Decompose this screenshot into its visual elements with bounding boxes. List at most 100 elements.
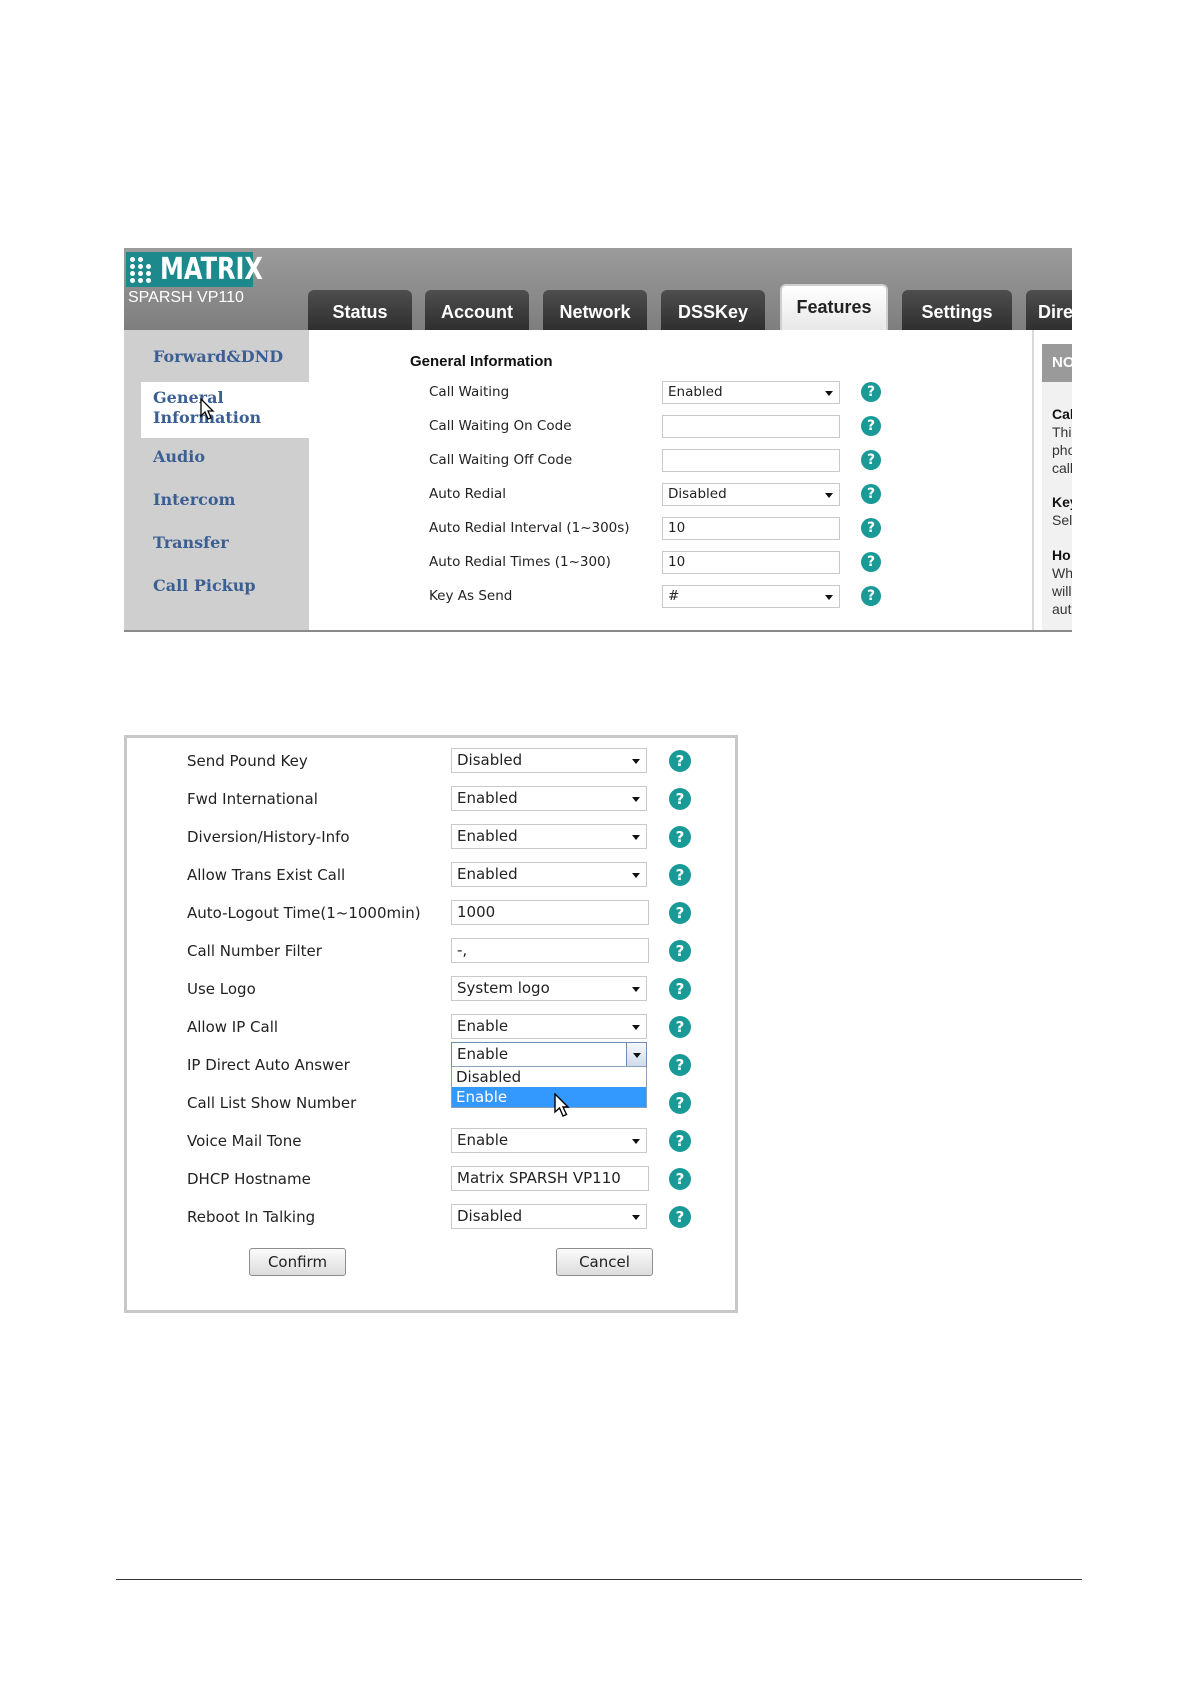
tab-network[interactable]: Network — [543, 290, 647, 330]
mouse-pointer-icon — [200, 398, 215, 420]
logo-dots-icon — [130, 257, 156, 283]
auto-redial-times-input[interactable]: 10 — [662, 551, 840, 574]
call-number-filter-input[interactable]: -, — [451, 938, 649, 963]
auto-logout-time-input[interactable]: 1000 — [451, 900, 649, 925]
dropdown-arrow-icon[interactable] — [632, 1215, 640, 1220]
confirm-button[interactable]: Confirm — [249, 1248, 346, 1276]
note-text: pho — [1052, 442, 1072, 458]
diversion-history-info-select[interactable]: Enabled — [451, 824, 647, 849]
field-label: Call Waiting Off Code — [429, 452, 573, 468]
help-icon[interactable]: ? — [669, 864, 691, 886]
help-icon[interactable]: ? — [861, 450, 881, 470]
note-text: Sel — [1052, 512, 1072, 528]
help-icon[interactable]: ? — [669, 1130, 691, 1152]
help-icon[interactable]: ? — [861, 518, 881, 538]
mouse-pointer-icon — [554, 1093, 570, 1117]
select-value: Enable — [457, 1017, 509, 1035]
dropdown-arrow-icon[interactable] — [632, 759, 640, 764]
dropdown-button[interactable] — [626, 1043, 646, 1066]
help-icon[interactable]: ? — [861, 416, 881, 436]
tab-features[interactable]: Features — [780, 284, 888, 330]
dropdown-option-enable[interactable]: Enable — [452, 1087, 646, 1107]
dropdown-arrow-icon[interactable] — [632, 873, 640, 878]
call-waiting-off-code-input[interactable] — [662, 449, 840, 472]
note-text: aut — [1052, 601, 1072, 617]
tab-dsskey[interactable]: DSSKey — [661, 290, 765, 330]
select-value: Disabled — [457, 1207, 523, 1225]
sidebar-item-transfer[interactable]: Transfer — [153, 533, 229, 552]
device-model: SPARSH VP110 — [128, 289, 244, 306]
use-logo-select[interactable]: System logo — [451, 976, 647, 1001]
reboot-in-talking-select[interactable]: Disabled — [451, 1204, 647, 1229]
select-value: # — [668, 588, 680, 604]
fwd-international-select[interactable]: Enabled — [451, 786, 647, 811]
tab-account[interactable]: Account — [425, 290, 529, 330]
select-value: Enabled — [457, 865, 518, 883]
dhcp-hostname-input[interactable]: Matrix SPARSH VP110 — [451, 1166, 649, 1191]
allow-trans-exist-call-select[interactable]: Enabled — [451, 862, 647, 887]
note-header: NO — [1042, 344, 1072, 382]
dropdown-arrow-icon[interactable] — [825, 391, 833, 396]
field-label: Auto-Logout Time(1~1000min) — [187, 904, 421, 922]
select-value: Disabled — [457, 751, 523, 769]
call-waiting-select[interactable]: Enabled — [662, 381, 840, 404]
voice-mail-tone-select[interactable]: Enable — [451, 1128, 647, 1153]
help-icon[interactable]: ? — [669, 940, 691, 962]
field-label: Call Waiting On Code — [429, 418, 572, 434]
help-icon[interactable]: ? — [669, 1016, 691, 1038]
help-icon[interactable]: ? — [669, 826, 691, 848]
sidebar-item-audio[interactable]: Audio — [153, 447, 205, 466]
dropdown-arrow-icon[interactable] — [632, 1025, 640, 1030]
sidebar-item-intercom[interactable]: Intercom — [153, 490, 235, 509]
help-icon[interactable]: ? — [861, 382, 881, 402]
panel-divider — [1032, 330, 1034, 630]
features-screenshot: MATRIX SPARSH VP110 Status Account Netwo… — [124, 248, 1072, 632]
tab-settings[interactable]: Settings — [902, 290, 1012, 330]
tab-directory[interactable]: Dire — [1026, 290, 1072, 330]
field-label: Send Pound Key — [187, 752, 308, 770]
help-icon[interactable]: ? — [861, 484, 881, 504]
help-icon[interactable]: ? — [669, 750, 691, 772]
help-icon[interactable]: ? — [669, 788, 691, 810]
help-icon[interactable]: ? — [669, 1054, 691, 1076]
dropdown-arrow-icon[interactable] — [632, 987, 640, 992]
cancel-button[interactable]: Cancel — [556, 1248, 653, 1276]
key-as-send-select[interactable]: # — [662, 585, 840, 608]
field-label: Call Waiting — [429, 384, 510, 400]
app-header: MATRIX SPARSH VP110 Status Account Netwo… — [124, 248, 1072, 330]
help-icon[interactable]: ? — [669, 1206, 691, 1228]
help-icon[interactable]: ? — [861, 552, 881, 572]
help-icon[interactable]: ? — [669, 1092, 691, 1114]
dropdown-arrow-icon[interactable] — [632, 1139, 640, 1144]
sidebar-item-forward-dnd[interactable]: Forward&DND — [153, 347, 283, 366]
dropdown-option-disabled[interactable]: Disabled — [452, 1067, 646, 1087]
features-sidebar: Forward&DND General Information Audio In… — [124, 330, 309, 630]
dropdown-arrow-icon[interactable] — [632, 835, 640, 840]
field-label: Auto Redial Interval (1~300s) — [429, 520, 630, 536]
note-text: Cal — [1052, 406, 1072, 422]
tab-status[interactable]: Status — [308, 290, 412, 330]
field-label: Auto Redial Times (1~300) — [429, 554, 611, 570]
dropdown-list: Disabled Enable — [451, 1066, 647, 1108]
note-text: Thi — [1052, 424, 1072, 440]
dropdown-arrow-icon[interactable] — [825, 493, 833, 498]
sidebar-item-call-pickup[interactable]: Call Pickup — [153, 576, 256, 595]
section-title: General Information — [410, 353, 553, 370]
field-label: DHCP Hostname — [187, 1170, 311, 1188]
send-pound-key-select[interactable]: Disabled — [451, 748, 647, 773]
general-settings-screenshot: Send Pound Key Disabled ? Fwd Internatio… — [124, 735, 738, 1313]
help-icon[interactable]: ? — [669, 1168, 691, 1190]
auto-redial-interval-input[interactable]: 10 — [662, 517, 840, 540]
dropdown-arrow-icon[interactable] — [633, 1053, 641, 1058]
field-label: Call Number Filter — [187, 942, 322, 960]
note-header-text: NO — [1052, 354, 1072, 371]
allow-ip-call-select[interactable]: Enable — [451, 1014, 647, 1039]
help-icon[interactable]: ? — [669, 902, 691, 924]
help-icon[interactable]: ? — [669, 978, 691, 1000]
auto-redial-select[interactable]: Disabled — [662, 483, 840, 506]
dropdown-arrow-icon[interactable] — [825, 595, 833, 600]
dropdown-arrow-icon[interactable] — [632, 797, 640, 802]
ip-direct-auto-answer-select[interactable]: Enable — [451, 1042, 647, 1067]
help-icon[interactable]: ? — [861, 586, 881, 606]
call-waiting-on-code-input[interactable] — [662, 415, 840, 438]
